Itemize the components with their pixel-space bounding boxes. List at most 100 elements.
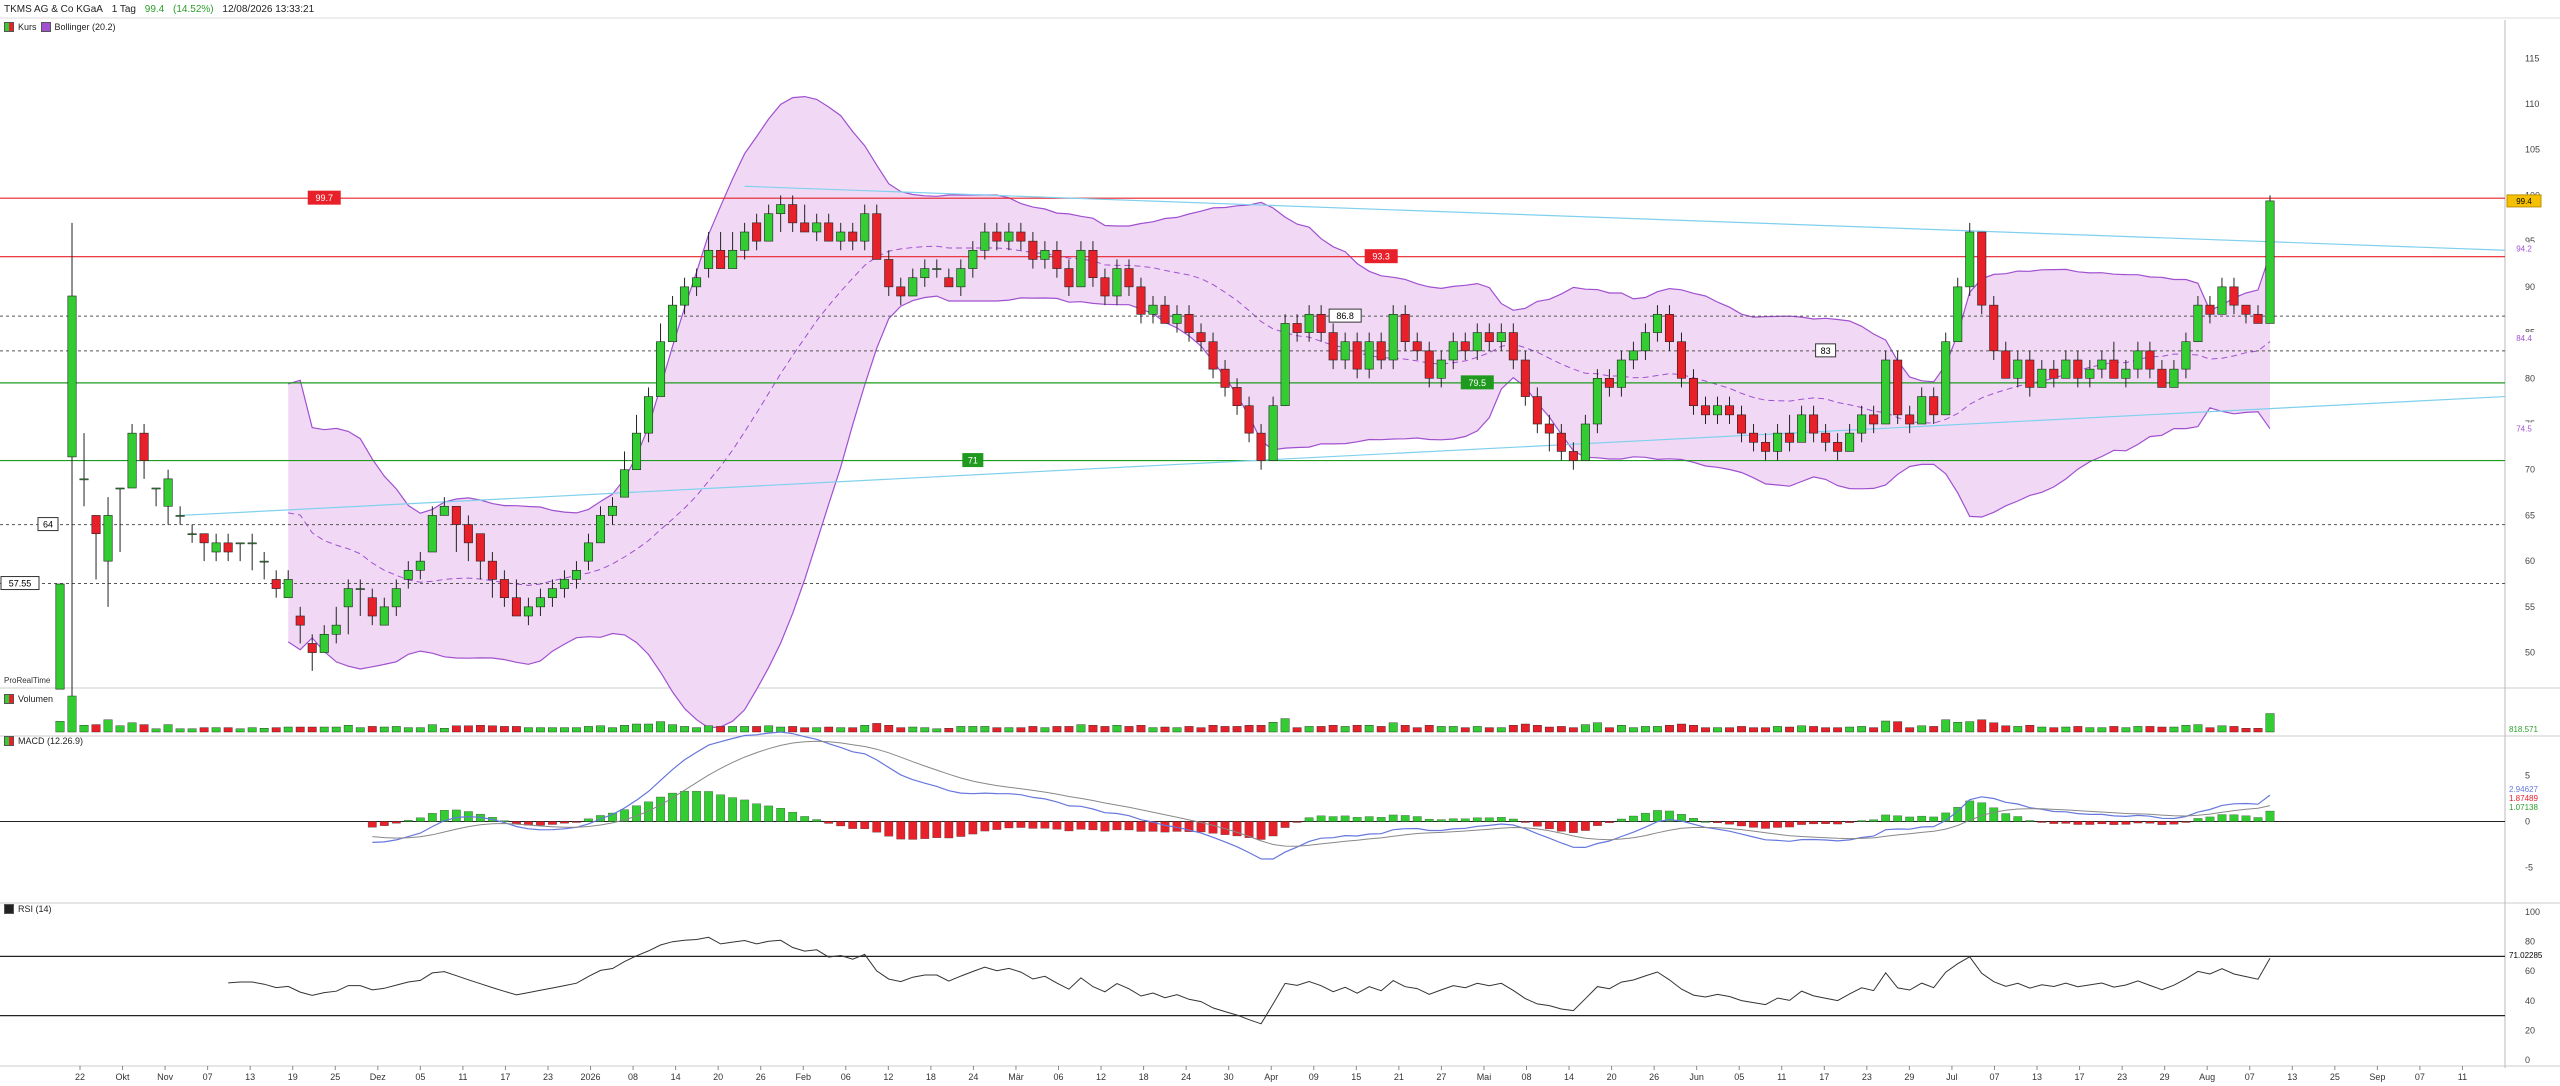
x-tick-label: Sep [2369,1072,2385,1082]
level-label: 57.55 [9,579,32,589]
candle-body [535,597,545,608]
volume-bar [1713,727,1722,733]
candle-body [1917,396,1927,425]
right-value-label: 99.4 [2516,197,2532,206]
candle-body [1016,231,1026,242]
legend-volumen[interactable]: Volumen [18,694,53,704]
candle-body [151,487,161,490]
volume-bar [1232,726,1242,733]
candle-body [511,597,521,617]
candle-body [644,396,654,434]
x-tick-label: 25 [330,1072,340,1082]
macd-histogram-bar [704,791,713,822]
candle-body [1628,350,1638,361]
macd-tick-label: 0 [2525,817,2530,827]
macd-histogram-bar [956,821,966,837]
volume-bar [343,725,353,733]
macd-histogram-bar [1929,816,1939,822]
timestamp: 12/08/2026 13:33:21 [222,4,315,15]
candle-body [271,579,281,589]
candle-body [2265,200,2275,324]
volume-bar [439,728,449,733]
volume-bar [1556,726,1566,733]
y-tick-label: 110 [2525,99,2539,109]
candle-body [2205,304,2215,315]
legend-bollinger[interactable]: Bollinger (20.2) [55,22,116,32]
volume-bar [1424,725,1434,733]
macd-histogram-bar [896,821,906,840]
volume-bar [536,727,545,733]
level-label: 93.3 [1372,252,1390,262]
candle-body [968,249,978,269]
candle-body [2001,350,2011,379]
volume-bar [103,719,113,733]
volume-bar [1280,718,1290,733]
volume-bar [79,725,89,733]
macd-histogram-bar [1869,819,1878,822]
macd-histogram-bar [1016,821,1026,828]
volume-bar [271,727,281,733]
candle-body [1725,405,1735,416]
rsi-legend: RSI (14) [4,904,52,914]
candle-body [632,432,642,471]
x-tick-label: 24 [1181,1072,1191,1082]
x-tick-label: 21 [1394,1072,1404,1082]
candle-body [1809,414,1819,434]
macd-histogram-bar [1280,821,1290,828]
candle-body [1088,249,1098,279]
macd-histogram-bar [1160,821,1170,833]
x-tick-label: Okt [116,1072,131,1082]
x-tick-label: 07 [2245,1072,2255,1082]
volume-bar [524,727,533,733]
volume-bar [1821,727,1831,733]
macd-histogram-bar [1617,818,1626,822]
candle-body [367,597,377,617]
macd-histogram-bar [836,821,846,827]
candle-body [884,259,894,288]
volume-bar [848,727,858,733]
volume-bar [1436,726,1446,733]
volume-bar [656,721,665,733]
candle-body [1172,313,1182,324]
candle-body [860,213,870,242]
x-tick-label: Feb [795,1072,811,1082]
volume-bar [548,727,557,733]
interval-label[interactable]: 1 Tag [112,4,136,15]
macd-histogram-bar [1845,821,1854,823]
legend-macd[interactable]: MACD (12.26.9) [18,736,83,746]
macd-histogram-bar [1256,821,1266,840]
macd-histogram-bar [740,799,749,822]
volume-bar [1352,725,1362,733]
legend-rsi[interactable]: RSI (14) [18,904,52,914]
macd-histogram-bar [932,821,942,838]
volume-bar [1893,721,1903,733]
macd-histogram-bar [1484,817,1494,822]
volume-bar [1785,726,1794,733]
macd-histogram-bar [824,821,834,824]
candle-body [487,560,497,580]
volume-bar [1520,723,1530,733]
candle-body [992,231,1002,242]
x-tick-label: 06 [1054,1072,1064,1082]
candle-body [740,231,750,251]
macd-signal-line [372,740,2271,847]
y-tick-label: 115 [2525,53,2539,63]
candle-body [1688,377,1698,407]
x-tick-label: Aug [2199,1072,2215,1082]
x-tick-label: 13 [245,1072,255,1082]
candle-body [1821,432,1831,443]
volume-bar [776,726,786,733]
candle-body [163,478,173,507]
candle-body [1040,249,1050,260]
level-label: 79.5 [1469,378,1487,388]
candle-body [523,606,533,617]
volume-bar [1677,723,1686,733]
candle-body [2109,359,2119,379]
legend-kurs[interactable]: Kurs [18,22,37,32]
candle-body [1196,332,1206,343]
volume-bar [1905,727,1915,733]
candle-body [716,249,726,269]
candle-body [1388,313,1398,361]
candle-body [1833,441,1843,452]
macd-histogram-bar [1713,821,1722,824]
